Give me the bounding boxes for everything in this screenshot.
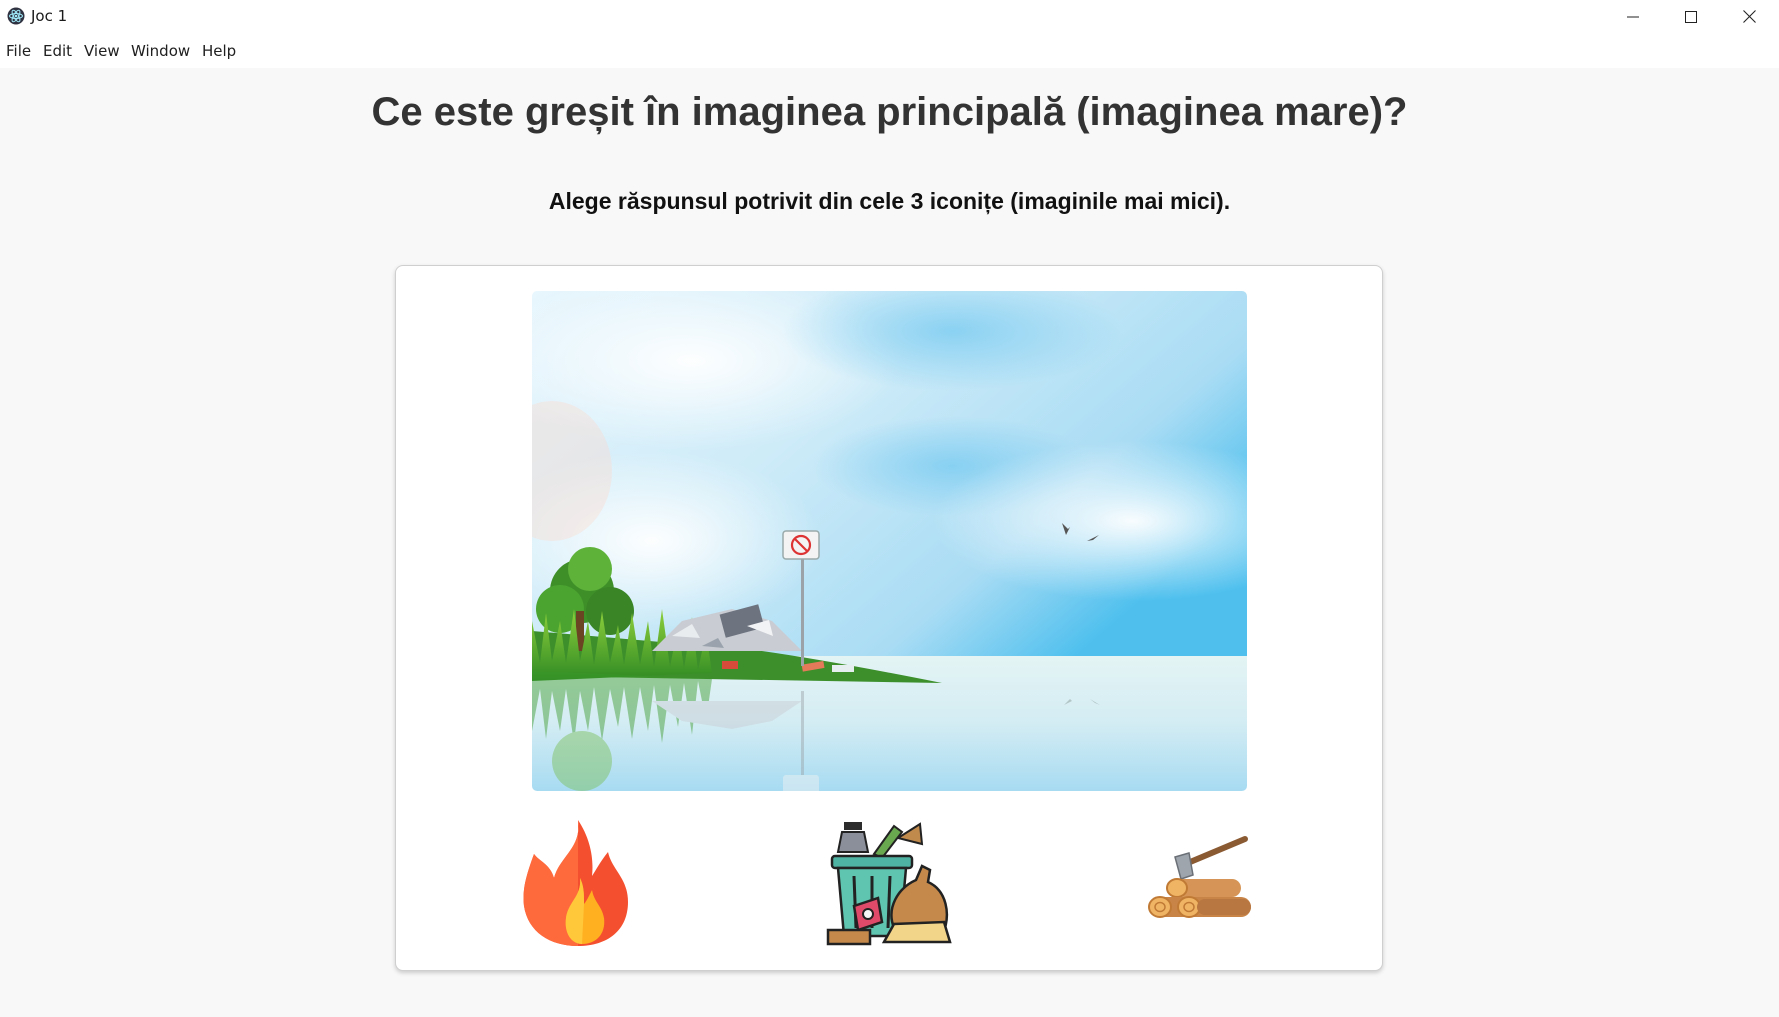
close-button[interactable]: [1720, 0, 1778, 33]
menu-help[interactable]: Help: [202, 42, 236, 60]
minimize-icon: [1627, 11, 1639, 23]
electron-icon: [7, 7, 25, 25]
trash-bin-icon: [824, 822, 954, 952]
fire-icon: [520, 820, 635, 952]
choice-firewood[interactable]: [1145, 835, 1260, 935]
window-title: Joc 1: [31, 7, 68, 25]
close-icon: [1742, 10, 1756, 23]
menu-window[interactable]: Window: [131, 42, 190, 60]
choice-fire[interactable]: [520, 818, 635, 948]
firewood-axe-icon: [1145, 836, 1260, 939]
menu-edit[interactable]: Edit: [43, 42, 72, 60]
question-heading: Ce este greșit în imaginea principală (i…: [371, 90, 1408, 134]
instruction-text: Alege răspunsul potrivit din cele 3 icon…: [548, 188, 1231, 214]
minimize-button[interactable]: [1604, 0, 1662, 33]
menu-file[interactable]: File: [6, 42, 31, 60]
window-title-bar: Joc 1: [0, 0, 1779, 33]
menu-view[interactable]: View: [84, 42, 120, 60]
maximize-button[interactable]: [1662, 0, 1720, 33]
menu-bar: File Edit View Window Help: [0, 33, 1779, 68]
maximize-icon: [1685, 10, 1697, 23]
choice-trash-bin[interactable]: [824, 818, 954, 948]
main-scene-image: [532, 291, 1247, 791]
